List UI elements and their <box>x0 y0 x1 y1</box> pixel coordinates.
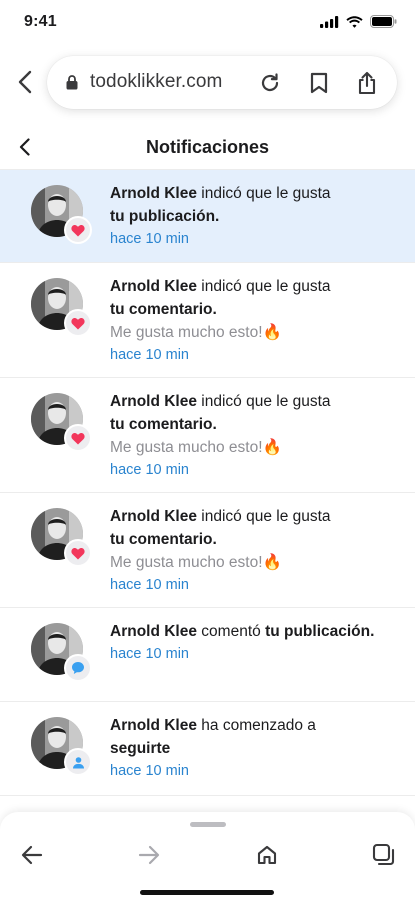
status-time: 9:41 <box>24 13 57 30</box>
notification-item[interactable]: Arnold Klee indicó que le gusta tu publi… <box>0 170 415 263</box>
timestamp: hace 10 min <box>110 646 189 662</box>
wifi-icon <box>346 15 363 28</box>
comment-badge <box>64 654 92 682</box>
action-text: ha comenzado a <box>201 717 316 734</box>
share-icon <box>358 71 376 95</box>
action-text: indicó que le gusta <box>201 393 331 410</box>
action-text: indicó que le gusta <box>201 185 331 202</box>
notification-list: Arnold Klee indicó que le gusta tu publi… <box>0 170 415 796</box>
status-icons <box>320 15 397 28</box>
heart-icon <box>71 317 85 329</box>
follow-badge <box>64 748 92 776</box>
avatar <box>31 393 92 452</box>
timestamp: hace 10 min <box>110 347 189 363</box>
comment-preview: Me gusta mucho esto!🔥 <box>110 324 282 341</box>
battery-icon <box>370 15 397 28</box>
heart-icon <box>71 432 85 444</box>
bookmark-button[interactable] <box>305 69 333 97</box>
comment-bubble-icon <box>72 662 84 674</box>
timestamp: hace 10 min <box>110 763 189 779</box>
comment-preview: Me gusta mucho esto!🔥 <box>110 439 282 456</box>
status-bar: 9:41 <box>0 0 415 44</box>
notification-text: Arnold Klee ha comenzado a seguirte hace… <box>110 714 400 783</box>
notification-text: Arnold Klee indicó que le gusta tu comen… <box>110 275 400 367</box>
tabs-icon <box>372 843 395 866</box>
home-button[interactable] <box>252 840 282 870</box>
browser-toolbar <box>0 812 415 907</box>
notification-text: Arnold Klee indicó que le gusta tu publi… <box>110 182 400 251</box>
heart-icon <box>71 547 85 559</box>
home-icon <box>257 845 277 865</box>
target-text: tu publicación. <box>265 623 375 640</box>
arrow-left-icon <box>21 845 43 865</box>
reload-button[interactable] <box>256 69 284 97</box>
nav-back-button[interactable] <box>17 840 47 870</box>
notification-item[interactable]: Arnold Klee comentó tu publicación. hace… <box>0 608 415 702</box>
notification-text: Arnold Klee comentó tu publicación. hace… <box>110 620 400 666</box>
user-name: Arnold Klee <box>110 278 197 295</box>
notification-text: Arnold Klee indicó que le gusta tu comen… <box>110 505 400 597</box>
target-text: tu comentario. <box>110 301 217 318</box>
browser-back-button[interactable] <box>12 66 38 98</box>
avatar <box>31 508 92 567</box>
user-name: Arnold Klee <box>110 623 197 640</box>
user-icon <box>72 756 84 768</box>
action-text: indicó que le gusta <box>201 278 331 295</box>
tabs-button[interactable] <box>369 840 399 870</box>
comment-preview: Me gusta mucho esto!🔥 <box>110 554 282 571</box>
chevron-left-icon <box>18 70 32 94</box>
notification-item[interactable]: Arnold Klee indicó que le gusta tu comen… <box>0 378 415 493</box>
nav-forward-button[interactable] <box>134 840 164 870</box>
timestamp: hace 10 min <box>110 577 189 593</box>
action-text: indicó que le gusta <box>201 508 331 525</box>
lock-icon <box>66 75 78 90</box>
reload-icon <box>261 73 279 92</box>
like-badge <box>64 216 92 244</box>
bookmark-icon <box>310 72 328 94</box>
arrow-right-icon <box>138 845 160 865</box>
user-name: Arnold Klee <box>110 508 197 525</box>
like-badge <box>64 309 92 337</box>
heart-icon <box>71 224 85 236</box>
notification-item[interactable]: Arnold Klee ha comenzado a seguirte hace… <box>0 702 415 796</box>
target-text: tu publicación. <box>110 208 220 225</box>
like-badge <box>64 424 92 452</box>
user-name: Arnold Klee <box>110 185 197 202</box>
home-indicator <box>140 890 274 895</box>
timestamp: hace 10 min <box>110 231 189 247</box>
user-name: Arnold Klee <box>110 393 197 410</box>
sheet-handle[interactable] <box>190 822 226 827</box>
user-name: Arnold Klee <box>110 717 197 734</box>
notification-item[interactable]: Arnold Klee indicó que le gusta tu comen… <box>0 263 415 378</box>
address-bar[interactable]: todoklikker.com <box>47 56 397 109</box>
avatar <box>31 623 92 682</box>
notification-item[interactable]: Arnold Klee indicó que le gusta tu comen… <box>0 493 415 608</box>
timestamp: hace 10 min <box>110 462 189 478</box>
action-text: comentó <box>201 623 261 640</box>
avatar <box>31 278 92 337</box>
target-text: seguirte <box>110 740 171 757</box>
browser-bar: todoklikker.com <box>0 44 415 120</box>
notification-text: Arnold Klee indicó que le gusta tu comen… <box>110 390 400 482</box>
avatar <box>31 185 92 244</box>
page-title: Notificaciones <box>145 137 270 157</box>
target-text: tu comentario. <box>110 531 217 548</box>
signal-icon <box>320 15 339 28</box>
like-badge <box>64 539 92 567</box>
url-text: todoklikker.com <box>90 71 223 92</box>
page-header: Notificaciones <box>0 124 415 170</box>
target-text: tu comentario. <box>110 416 217 433</box>
share-button[interactable] <box>353 69 381 97</box>
avatar <box>31 717 92 776</box>
